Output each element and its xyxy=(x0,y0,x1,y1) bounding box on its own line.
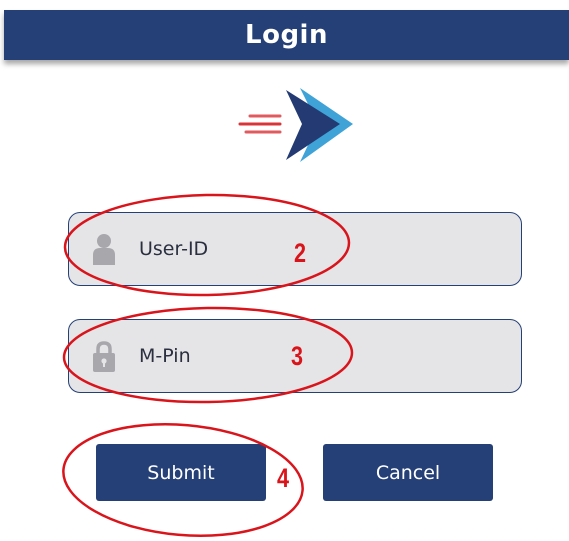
login-screen: Login Submit Cancel 2 3 4 xyxy=(0,0,569,541)
user-icon xyxy=(93,234,115,265)
annotation-number-2: 2 xyxy=(294,238,307,268)
annotation-number-3: 3 xyxy=(291,341,304,371)
header-bar: Login xyxy=(4,10,569,60)
annotation-number-4: 4 xyxy=(277,463,290,493)
page-title: Login xyxy=(245,20,328,50)
userid-input[interactable] xyxy=(139,213,499,285)
cancel-button[interactable]: Cancel xyxy=(323,444,493,501)
submit-button[interactable]: Submit xyxy=(96,444,266,501)
lock-icon xyxy=(93,341,115,372)
arrow-logo-icon xyxy=(238,88,353,162)
mpin-input[interactable] xyxy=(139,320,499,392)
